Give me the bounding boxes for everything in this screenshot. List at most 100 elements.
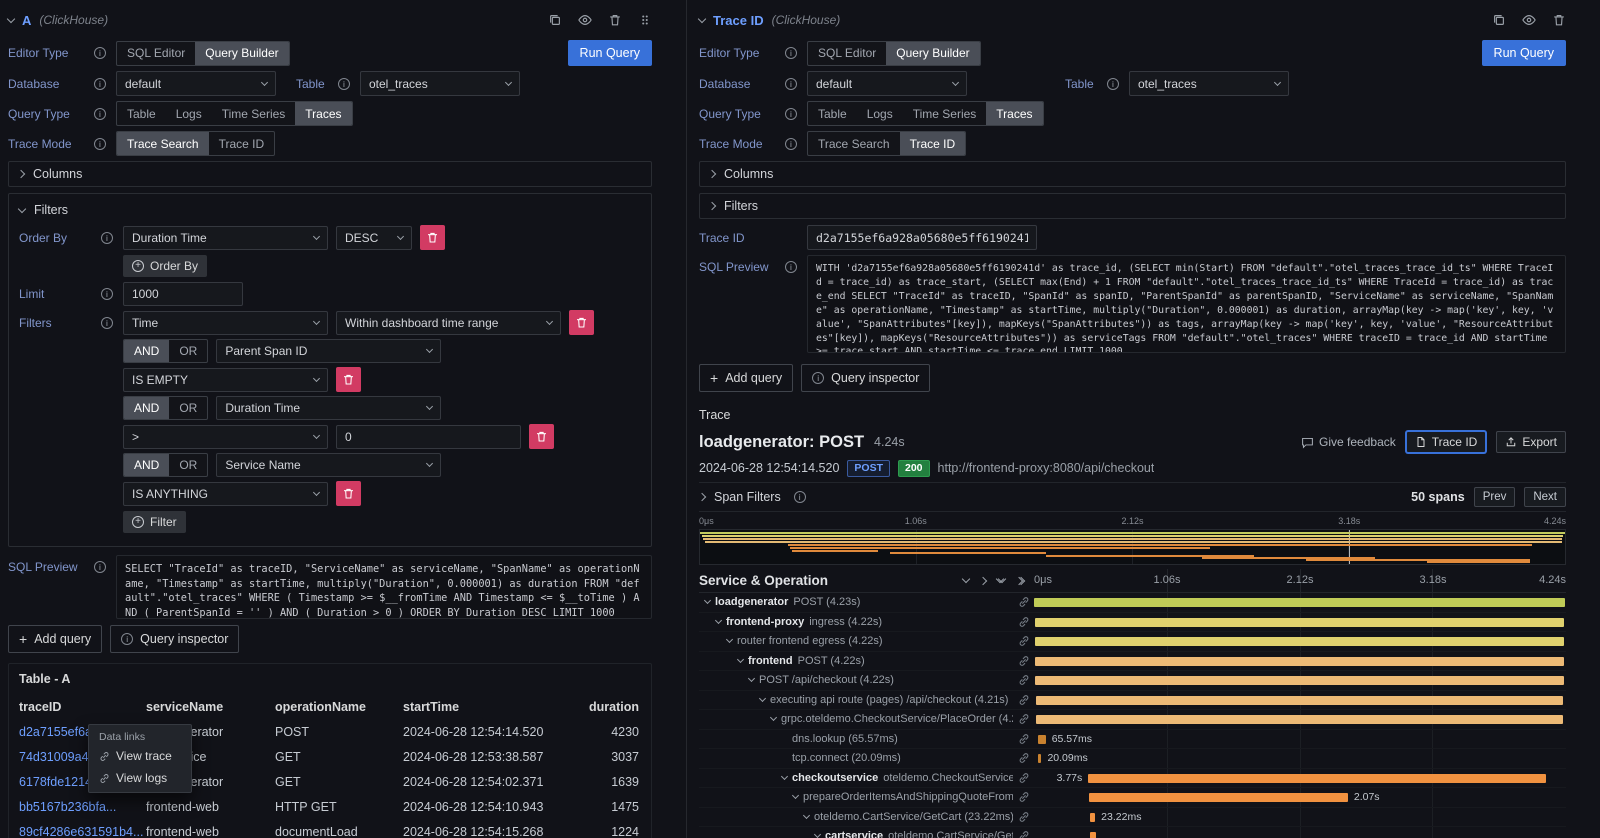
- column-header-duration[interactable]: duration: [589, 700, 641, 714]
- info-icon[interactable]: i: [94, 561, 106, 573]
- span-row[interactable]: prepareOrderItemsAndShippingQuoteFromCar…: [699, 788, 1566, 808]
- option-table[interactable]: Table: [808, 102, 857, 125]
- table-select[interactable]: otel_traces: [360, 71, 520, 96]
- span-duration-bar[interactable]: [1034, 598, 1565, 607]
- remove-filter-button[interactable]: [569, 310, 594, 335]
- span-row[interactable]: tcp.connect (20.09ms)20.09ms: [699, 749, 1566, 769]
- duplicate-query-icon[interactable]: [548, 13, 562, 27]
- span-duration-bar[interactable]: [1090, 832, 1095, 838]
- filter-field-select[interactable]: Time: [123, 311, 328, 335]
- option-traces[interactable]: Traces: [986, 102, 1042, 125]
- add-order-by-button[interactable]: +Order By: [123, 255, 207, 277]
- option-sql-editor[interactable]: SQL Editor: [117, 42, 195, 65]
- trace-id-input[interactable]: [807, 225, 1037, 250]
- option-trace-id[interactable]: Trace ID: [900, 132, 966, 155]
- trace-id-link[interactable]: bb5167b236bfa...: [19, 800, 146, 814]
- add-query-button[interactable]: +Add query: [8, 625, 102, 653]
- span-duration-bar[interactable]: [1036, 715, 1564, 724]
- chevron-down-icon[interactable]: [748, 675, 755, 682]
- table-select[interactable]: otel_traces: [1129, 71, 1289, 96]
- expand-all-icon[interactable]: [1016, 578, 1024, 584]
- chevron-down-icon[interactable]: [704, 597, 711, 604]
- remove-filter-button[interactable]: [336, 481, 361, 506]
- option-and[interactable]: AND: [124, 340, 169, 362]
- chevron-down-icon[interactable]: [781, 773, 788, 780]
- drag-handle-icon[interactable]: [638, 13, 652, 27]
- span-row[interactable]: grpc.oteldemo.CheckoutService/PlaceOrder…: [699, 710, 1566, 730]
- span-row[interactable]: loadgeneratorPOST (4.23s): [699, 593, 1566, 613]
- span-duration-bar[interactable]: [1038, 735, 1046, 744]
- span-row[interactable]: executing api route (pages) /api/checkou…: [699, 691, 1566, 711]
- collapse-one-icon[interactable]: [962, 575, 970, 583]
- option-trace-search[interactable]: Trace Search: [117, 132, 209, 155]
- hide-query-eye-icon[interactable]: [578, 13, 592, 27]
- span-link-icon[interactable]: [1018, 674, 1034, 686]
- table-panel-title[interactable]: Table - A: [19, 672, 641, 686]
- filter-field-select[interactable]: Service Name: [216, 453, 441, 477]
- option-or[interactable]: OR: [169, 397, 207, 419]
- query-inspector-button[interactable]: iQuery inspector: [801, 364, 930, 392]
- run-query-button[interactable]: Run Query: [568, 40, 652, 66]
- info-icon[interactable]: i: [94, 78, 106, 90]
- span-row[interactable]: frontendPOST (4.22s): [699, 652, 1566, 672]
- run-query-button[interactable]: Run Query: [1482, 40, 1566, 66]
- span-link-icon[interactable]: [1018, 733, 1034, 745]
- order-by-field-select[interactable]: Duration Time: [123, 226, 328, 250]
- collapse-query-chevron-icon[interactable]: [698, 14, 706, 22]
- option-or[interactable]: OR: [169, 340, 207, 362]
- info-icon[interactable]: i: [1107, 78, 1119, 90]
- filter-operator-select[interactable]: >: [123, 425, 328, 449]
- query-inspector-button[interactable]: iQuery inspector: [110, 625, 239, 653]
- option-and[interactable]: AND: [124, 397, 169, 419]
- span-link-icon[interactable]: [1018, 713, 1034, 725]
- info-icon[interactable]: i: [94, 138, 106, 150]
- column-header-traceID[interactable]: traceID: [19, 700, 146, 714]
- span-duration-bar[interactable]: [1038, 754, 1041, 763]
- remove-filter-button[interactable]: [336, 367, 361, 392]
- option-traces[interactable]: Traces: [295, 102, 351, 125]
- expand-one-icon[interactable]: [979, 576, 987, 584]
- trace-panel-title[interactable]: Trace: [699, 408, 1566, 422]
- collapse-all-icon[interactable]: [997, 579, 1005, 582]
- info-icon[interactable]: i: [94, 47, 106, 59]
- span-link-icon[interactable]: [1018, 655, 1034, 667]
- span-duration-bar[interactable]: [1036, 696, 1564, 705]
- chevron-down-icon[interactable]: [715, 617, 722, 624]
- hide-query-eye-icon[interactable]: [1522, 13, 1536, 27]
- filter-field-select[interactable]: Duration Time: [216, 396, 441, 420]
- add-filter-button[interactable]: +Filter: [123, 511, 186, 533]
- span-row[interactable]: dns.lookup (65.57ms)65.57ms: [699, 730, 1566, 750]
- info-icon[interactable]: i: [94, 108, 106, 120]
- column-header-serviceName[interactable]: serviceName: [146, 700, 275, 714]
- info-icon[interactable]: i: [785, 78, 797, 90]
- chevron-down-icon[interactable]: [737, 656, 744, 663]
- option-sql-editor[interactable]: SQL Editor: [808, 42, 886, 65]
- chevron-down-icon[interactable]: [814, 831, 821, 838]
- filters-section-toggle[interactable]: Filters: [19, 199, 641, 221]
- option-time-series[interactable]: Time Series: [903, 102, 987, 125]
- trace-id-link[interactable]: 89cf4286e631591b4...: [19, 825, 146, 838]
- info-icon[interactable]: i: [338, 78, 350, 90]
- query-ref-id[interactable]: A: [22, 13, 31, 28]
- info-icon[interactable]: i: [785, 138, 797, 150]
- chevron-down-icon[interactable]: [803, 812, 810, 819]
- sql-preview-code[interactable]: WITH 'd2a7155ef6a928a05680e5ff6190241d' …: [807, 255, 1566, 353]
- option-trace-id[interactable]: Trace ID: [209, 132, 275, 155]
- span-duration-bar[interactable]: [1090, 813, 1095, 822]
- export-button[interactable]: Export: [1496, 431, 1566, 453]
- span-row[interactable]: POST /api/checkout (4.22s): [699, 671, 1566, 691]
- span-filters-label[interactable]: Span Filters: [714, 490, 781, 504]
- remove-filter-button[interactable]: [529, 424, 554, 449]
- info-icon[interactable]: i: [785, 261, 797, 273]
- chevron-right-icon[interactable]: [698, 493, 706, 501]
- view-logs-menu-item[interactable]: View logs: [89, 767, 191, 789]
- span-link-icon[interactable]: [1018, 694, 1034, 706]
- span-duration-bar[interactable]: [1089, 793, 1348, 802]
- option-logs[interactable]: Logs: [166, 102, 212, 125]
- remove-order-by-button[interactable]: [420, 225, 445, 250]
- span-row[interactable]: oteldemo.CartService/GetCart (23.22ms)23…: [699, 808, 1566, 828]
- span-duration-bar[interactable]: [1088, 774, 1546, 783]
- collapse-query-chevron-icon[interactable]: [7, 14, 15, 22]
- info-icon[interactable]: i: [101, 317, 113, 329]
- option-table[interactable]: Table: [117, 102, 166, 125]
